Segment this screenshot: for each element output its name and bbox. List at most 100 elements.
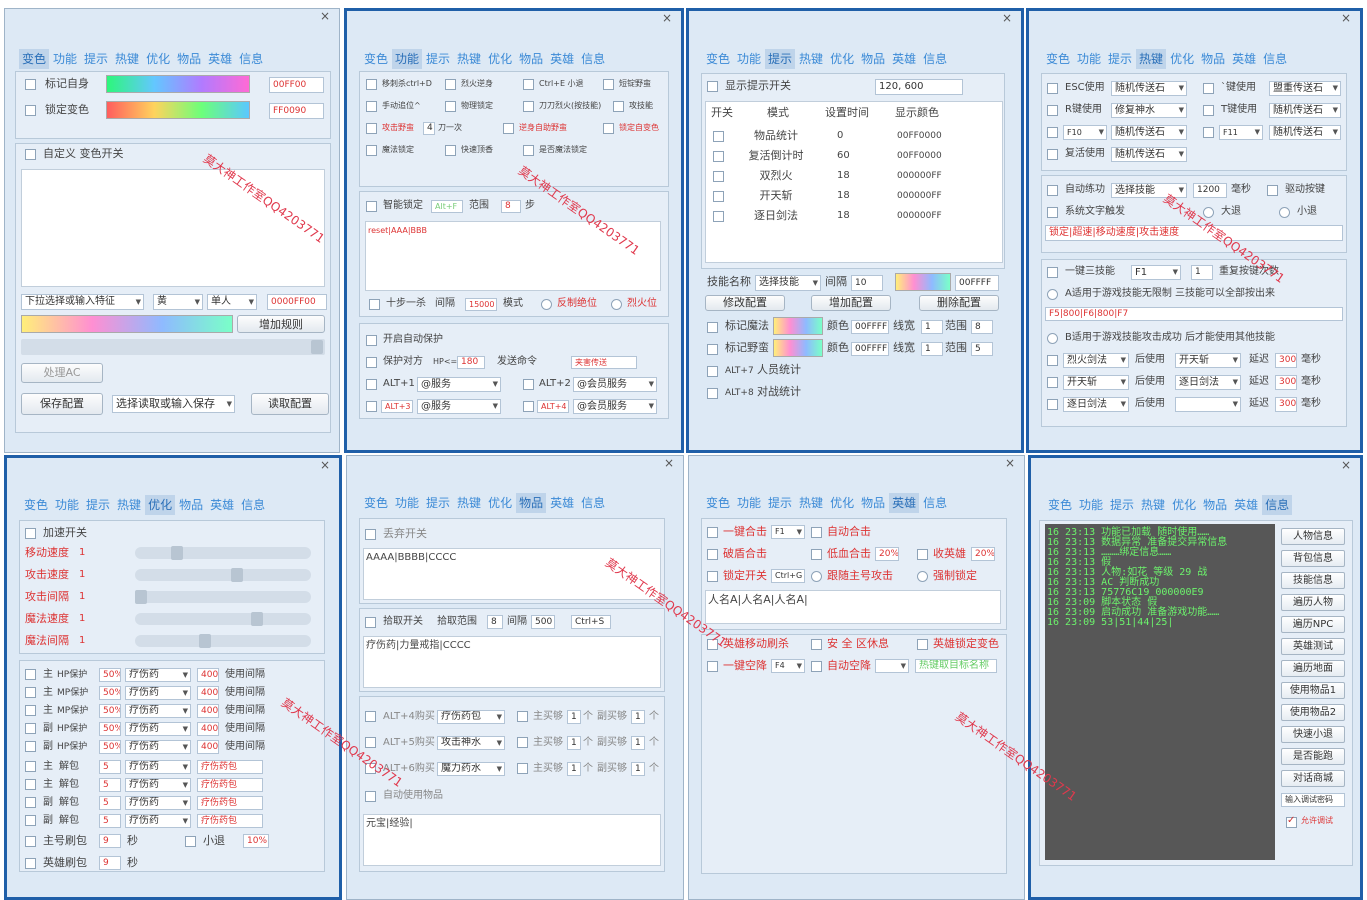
tab-hotkey[interactable]: 热键 [454, 49, 484, 69]
chain-checkbox[interactable] [1047, 377, 1058, 388]
info-button[interactable]: 遍历地面 [1281, 660, 1345, 677]
tab-color[interactable]: 变色 [19, 49, 50, 69]
t-checkbox[interactable] [1203, 105, 1214, 116]
hp-input[interactable]: 180 [457, 356, 485, 369]
tab-hotkey[interactable]: 热键 [1138, 495, 1168, 515]
chain-next-select[interactable]: 开天斩 [1175, 353, 1241, 368]
speed-slider[interactable] [135, 590, 311, 604]
mode-b-radio[interactable] [1047, 333, 1058, 344]
empty-jump-checkbox[interactable] [707, 661, 718, 672]
lock-color-checkbox[interactable] [25, 105, 36, 116]
auto-use-textarea[interactable]: 元宝|经验| [363, 814, 661, 866]
main-refresh-input[interactable]: 9 [99, 834, 121, 848]
close-icon[interactable]: × [659, 11, 675, 25]
big-exit-radio[interactable] [1203, 207, 1214, 218]
tab-color[interactable]: 变色 [1043, 49, 1073, 69]
tab-hero[interactable]: 英雄 [889, 493, 920, 513]
main-refresh-checkbox[interactable] [25, 836, 36, 847]
anti-pos-radio[interactable] [541, 299, 552, 310]
tab-hero[interactable]: 英雄 [1229, 49, 1259, 69]
alt3-select[interactable]: @服务 [417, 399, 501, 414]
tab-hero[interactable]: 英雄 [205, 49, 235, 69]
speed-slider-knob[interactable] [199, 634, 211, 648]
mark-self-gradient[interactable] [106, 75, 250, 93]
hint-row-checkbox[interactable] [713, 131, 724, 142]
auto-practice-checkbox[interactable] [1047, 185, 1058, 196]
skill-gradient[interactable] [895, 273, 951, 291]
tab-hint[interactable]: 提示 [83, 495, 113, 515]
mark-magic-gradient[interactable] [773, 317, 823, 335]
info-button[interactable]: 人物信息 [1281, 528, 1345, 545]
f11-select[interactable]: F11 [1219, 125, 1263, 140]
hp-checkbox[interactable] [25, 723, 36, 734]
combo-key-select[interactable]: F1 [771, 525, 805, 539]
lock-color-gradient[interactable] [106, 101, 250, 119]
tab-info[interactable]: 信息 [920, 493, 950, 513]
tab-function[interactable]: 功能 [1076, 495, 1106, 515]
f11-item-select[interactable]: 随机传送石 [1269, 125, 1341, 140]
hp-pct-input[interactable]: 50% [99, 722, 121, 736]
tab-hero[interactable]: 英雄 [207, 495, 237, 515]
unpack-count-input[interactable]: 5 [99, 814, 121, 828]
sub-buy-input[interactable]: 1 [631, 762, 645, 776]
unpack-checkbox[interactable] [25, 815, 36, 826]
chain-skill-select[interactable]: 逐日剑法 [1063, 397, 1129, 412]
single-select[interactable]: 单人 [207, 294, 257, 310]
hp-ms-input[interactable]: 400 [197, 704, 219, 718]
recall-hero-input[interactable]: 20% [971, 547, 995, 561]
r4a-checkbox[interactable] [366, 145, 377, 156]
tab-hint[interactable]: 提示 [1107, 495, 1137, 515]
alt4-select[interactable]: @会员服务 [573, 399, 657, 414]
three-skill-key-select[interactable]: F1 [1131, 265, 1181, 280]
mark-savage-gradient[interactable] [773, 339, 823, 357]
tab-hotkey[interactable]: 热键 [796, 49, 826, 69]
unpack-checkbox[interactable] [25, 761, 36, 772]
speed-slider-knob[interactable] [135, 590, 147, 604]
skill-select[interactable]: 选择技能 [755, 275, 821, 291]
tab-hero[interactable]: 英雄 [889, 49, 919, 69]
speed-slider-knob[interactable] [171, 546, 183, 560]
hp-ms-input[interactable]: 400 [197, 668, 219, 682]
main-buy-input[interactable]: 1 [567, 736, 581, 750]
tab-hero[interactable]: 英雄 [1231, 495, 1261, 515]
tab-optimize[interactable]: 优化 [1169, 495, 1199, 515]
tab-optimize[interactable]: 优化 [1167, 49, 1197, 69]
close-icon[interactable]: × [1002, 456, 1018, 470]
alt8-checkbox[interactable] [707, 388, 718, 399]
hp-item-select[interactable]: 疗伤药 [125, 722, 191, 736]
auto-use-checkbox[interactable] [365, 791, 376, 802]
mark-self-checkbox[interactable] [25, 79, 36, 90]
close-icon[interactable]: × [317, 9, 333, 23]
tilde-select[interactable]: 盟重传送石 [1269, 81, 1341, 96]
tab-function[interactable]: 功能 [734, 49, 764, 69]
mark-magic-range-input[interactable]: 8 [971, 320, 993, 334]
tab-item[interactable]: 物品 [1200, 495, 1230, 515]
tab-color[interactable]: 变色 [1045, 495, 1075, 515]
hp-checkbox[interactable] [25, 669, 36, 680]
hp-checkbox[interactable] [25, 705, 36, 716]
safe-rest-checkbox[interactable] [811, 639, 822, 650]
main-buy-input[interactable]: 1 [567, 762, 581, 776]
sys-text-checkbox[interactable] [1047, 207, 1058, 218]
buy-checkbox[interactable] [365, 737, 376, 748]
close-icon[interactable]: × [999, 11, 1015, 25]
lock-color-input[interactable]: FF0090 [269, 103, 324, 119]
tab-item[interactable]: 物品 [516, 49, 546, 69]
revive-checkbox[interactable] [1047, 149, 1058, 160]
info-button[interactable]: 技能信息 [1281, 572, 1345, 589]
rule-gradient[interactable] [21, 315, 233, 333]
gap-input[interactable]: 10 [851, 275, 883, 291]
shield-combo-checkbox[interactable] [707, 549, 718, 560]
tab-info[interactable]: 信息 [920, 49, 950, 69]
protect-opp-checkbox[interactable] [366, 357, 377, 368]
chain-delay-input[interactable]: 300 [1275, 353, 1297, 368]
unpack-pack-input[interactable]: 疗伤药包 [197, 760, 263, 774]
combo-checkbox[interactable] [707, 527, 718, 538]
main-buy-checkbox[interactable] [517, 763, 528, 774]
r-checkbox[interactable] [1047, 105, 1058, 116]
small-exit-radio[interactable] [1279, 207, 1290, 218]
pickup-checkbox[interactable] [365, 617, 376, 628]
tab-item[interactable]: 物品 [1198, 49, 1228, 69]
hero-move-checkbox[interactable] [707, 639, 718, 650]
speed-toggle-checkbox[interactable] [25, 528, 36, 539]
